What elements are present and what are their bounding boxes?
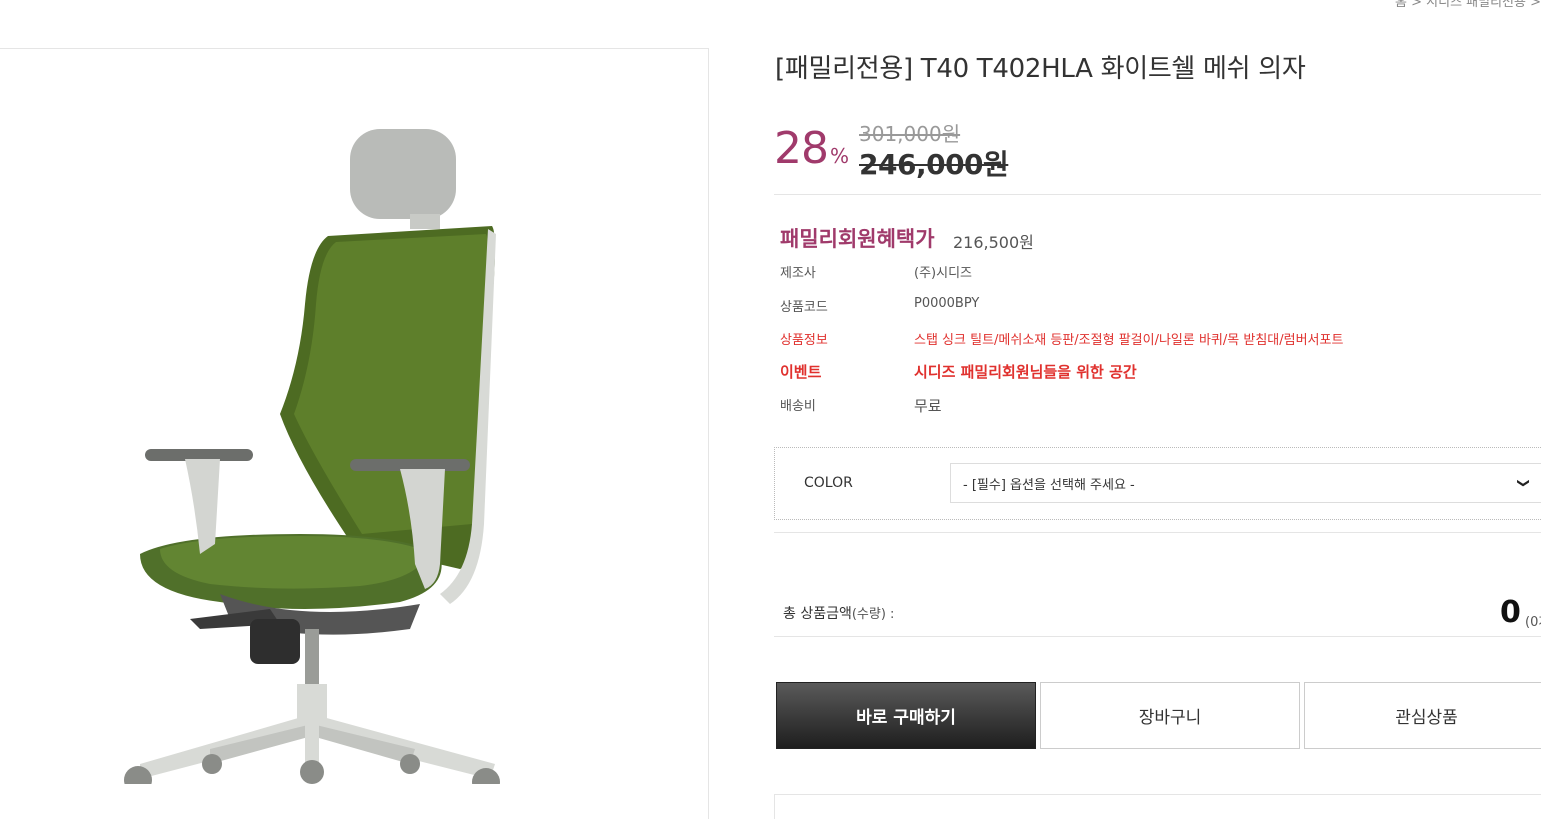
member-price: 216,500원 (953, 233, 1034, 252)
info-key: 이벤트 (780, 363, 822, 381)
sale-price: 246,000원 (859, 148, 1009, 181)
info-value: (주)시디즈 (914, 266, 972, 281)
info-key: 배송비 (780, 399, 816, 414)
product-image (124, 129, 500, 784)
total-qty-label: (수량) : (851, 607, 895, 622)
discount-unit: % (830, 144, 849, 168)
info-row-shipping: 배송비 무료 (780, 395, 1480, 415)
product-detail: [패밀리전용] T40 T402HLA 화이트쉘 메쉬 의자 28% 301,0… (774, 0, 1541, 819)
total-label: 총 상품금액(수량) : (783, 603, 894, 623)
color-option-select[interactable]: - [필수] 옵션을 선택해 주세요 - ❯ (950, 463, 1541, 503)
product-title: [패밀리전용] T40 T402HLA 화이트쉘 메쉬 의자 (775, 54, 1306, 84)
chevron-down-icon: ❯ (1516, 477, 1531, 489)
option-section: COLOR - [필수] 옵션을 선택해 주세요 - ❯ (774, 447, 1541, 520)
total-price: 0 (1500, 595, 1521, 630)
wishlist-button[interactable]: 관심상품 (1304, 682, 1541, 749)
discount-value: 28 (774, 123, 829, 174)
divider (774, 194, 1541, 195)
info-value: 스탭 싱크 틸트/메쉬소재 등판/조절형 팔걸이/나일론 바퀴/목 받침대/럼버… (914, 333, 1344, 348)
option-selected-value: - [필수] 옵션을 선택해 주세요 - (963, 477, 1135, 493)
add-to-cart-button[interactable]: 장바구니 (1040, 682, 1300, 749)
option-label: COLOR (804, 475, 853, 491)
info-row-event: 이벤트 시디즈 패밀리회원님들을 위한 공간 (780, 361, 1480, 381)
info-value: 무료 (914, 397, 942, 415)
member-price-label: 패밀리회원혜택가 (780, 227, 935, 251)
info-key: 상품정보 (780, 333, 828, 348)
info-value: 시디즈 패밀리회원님들을 위한 공간 (914, 363, 1137, 381)
buy-now-button[interactable]: 바로 구매하기 (776, 682, 1036, 749)
info-key: 제조사 (780, 266, 816, 281)
divider (774, 636, 1541, 637)
info-row-product-info: 상품정보 스탭 싱크 틸트/메쉬소재 등판/조절형 팔걸이/나일론 바퀴/목 받… (780, 329, 1480, 349)
divider (774, 532, 1541, 533)
total-label-text: 총 상품금액 (783, 606, 852, 622)
info-key: 상품코드 (780, 300, 828, 315)
total-quantity: (0개) (1525, 615, 1541, 630)
info-row-product-code: 상품코드 P0000BPY (780, 296, 1480, 316)
product-image-panel (0, 48, 709, 819)
info-value: P0000BPY (914, 296, 980, 311)
info-row-manufacturer: 제조사 (주)시디즈 (780, 262, 1480, 282)
discount-rate: 28% (774, 123, 849, 174)
additional-info-box (774, 794, 1541, 819)
